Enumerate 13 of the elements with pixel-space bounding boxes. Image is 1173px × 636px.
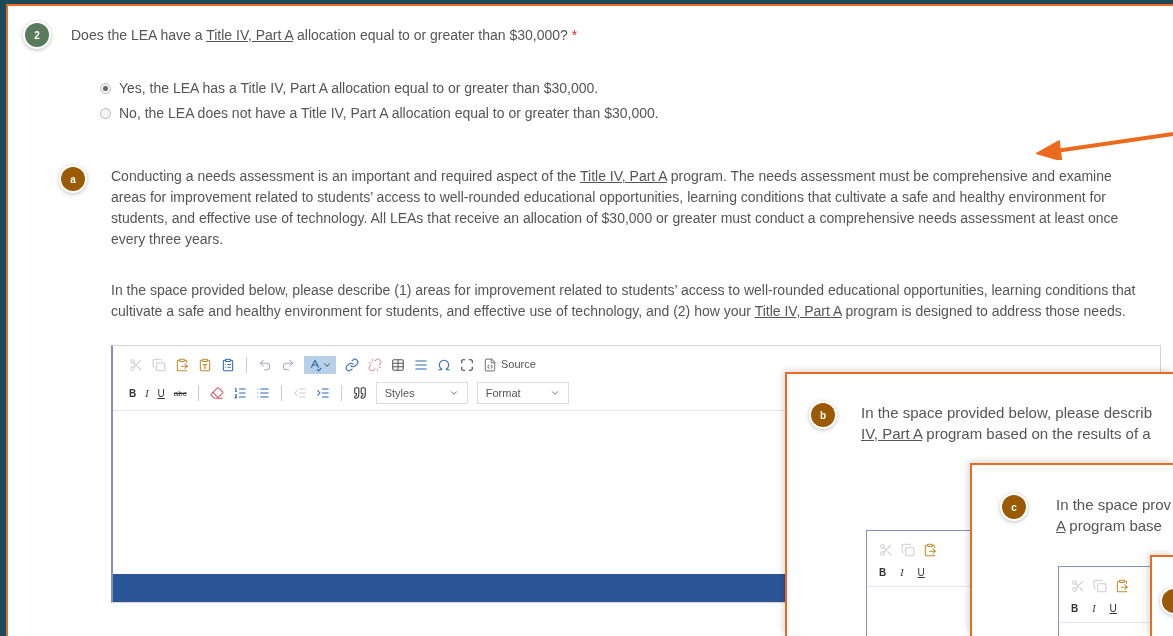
step-badge: b: [811, 403, 835, 427]
question-text: Does the LEA have a Title IV, Part A allocation equal to or greater than $30,000?: [71, 25, 568, 45]
step-badge: a: [61, 167, 85, 191]
instruction-paragraph: Conducting a needs assessment is an important and required aspect of the Title IV, Part A program. The needs assessment must be comprehensive and examine areas for improvement related to students’ access to well-rounded educational opportunities, learning conditions that cultivate a safe and healthy environment for students, and effective use of technology. All LEAs that receive an allocation of $30,000 or greater must conduct a comprehensive needs assessment at least once every three years.: [111, 167, 1120, 249]
required-mark: *: [571, 25, 578, 45]
instruction-paragraph: In the space provided below, please describe (1) areas for improvement related to students’ access to well-rounded educational opportunities, learning conditions that cultivate a safe and healthy environment for students, and effective use of technology, and (2) how your Title IV, Part A program is designed to address those needs.: [111, 281, 1137, 321]
step-badge: c: [1002, 495, 1026, 519]
question-text: IV, Part A program based on the results of a: [861, 424, 1152, 444]
step-badge: 2: [25, 23, 49, 47]
option-label: Yes, the LEA has a Title IV, Part A allocation equal to or greater than $30,000.: [119, 80, 599, 97]
question-text: A program base: [1056, 516, 1163, 536]
question-text: In the space provided below, please describ: [861, 403, 1153, 423]
option-label: No, the LEA does not have a Title IV, Part A allocation equal to or greater than $30,000.: [119, 105, 659, 122]
